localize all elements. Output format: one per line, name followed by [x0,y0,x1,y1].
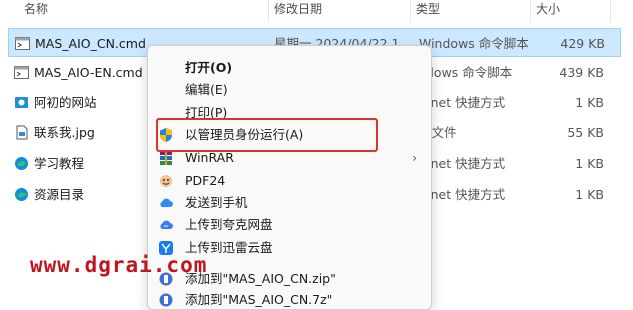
cmd-file-icon [14,65,29,80]
menu-item-label: PDF24 [185,173,226,188]
winrar-icon [158,150,174,166]
cloud-icon [158,195,174,211]
menu-item-label: 编辑(E) [185,82,228,97]
file-size: 1 KB [575,187,604,202]
menu-item-label: 添加到"MAS_AIO_CN.7z" [185,292,333,307]
file-type: ernet 快捷方式 [418,156,506,171]
column-name[interactable]: 名称 [18,0,268,22]
file-size: 439 KB [559,65,604,80]
menu-item-open[interactable]: 打开(O) [148,57,431,79]
file-size: 55 KB [567,125,604,140]
menu-item-add-to-7z[interactable]: 添加到"MAS_AIO_CN.7z" [148,289,431,309]
menu-item-label: 发送到手机 [185,195,248,210]
file-size: 429 KB [560,36,605,51]
edge-shortcut-icon [14,187,29,202]
cmd-file-icon [15,36,30,51]
highlight-box [156,118,378,152]
column-divider[interactable] [610,0,611,22]
file-type: ernet 快捷方式 [418,95,506,110]
column-header: 名称 修改日期 类型 大小 [0,0,633,22]
chevron-right-icon: › [412,151,417,165]
column-date[interactable]: 修改日期 [268,0,408,22]
archive-icon [158,292,174,308]
pdf24-icon [158,173,174,189]
edge-shortcut-icon [14,156,29,171]
file-type: Windows 命令脚本 [419,36,529,51]
column-size[interactable]: 大小 [530,0,610,22]
cloud-icon [158,217,174,233]
menu-item-upload-quark[interactable]: 上传到夸克网盘 [148,214,431,236]
jpg-file-icon [14,125,29,140]
column-type[interactable]: 类型 [410,0,530,22]
menu-item-send-to-phone[interactable]: 发送到手机 [148,192,431,214]
file-type: ndows 命令脚本 [418,65,513,80]
menu-item-label: 打开(O) [185,60,233,75]
menu-item-label: 添加到"MAS_AIO_CN.zip" [185,271,336,286]
menu-item-edit[interactable]: 编辑(E) [148,79,431,101]
file-type: G 文件 [418,125,457,140]
menu-item-label: 上传到夸克网盘 [185,217,273,232]
file-type: ernet 快捷方式 [418,187,506,202]
watermark-text: www.dgrai.com [30,253,208,277]
file-size: 1 KB [575,95,604,110]
internet-shortcut-icon [14,95,29,110]
file-size: 1 KB [575,156,604,171]
menu-item-pdf24[interactable]: PDF24 [148,170,431,192]
